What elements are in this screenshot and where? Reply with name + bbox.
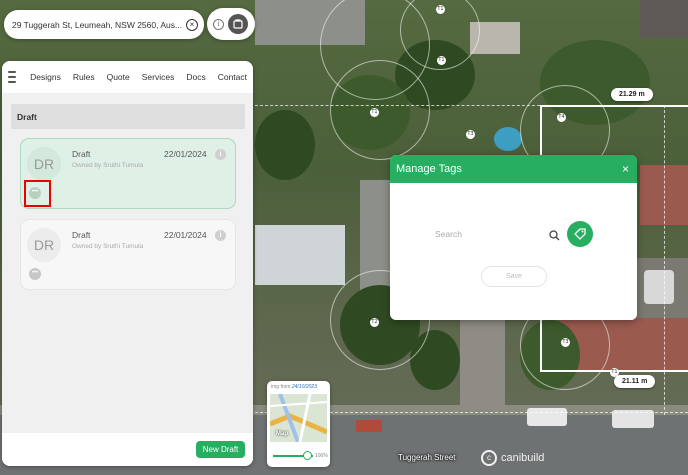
address-text[interactable]: 29 Tuggerah St, Leumeah, NSW 2560, Aus..… (12, 20, 182, 30)
nav-services[interactable]: Services (142, 72, 175, 82)
setback-line (664, 105, 665, 415)
nav-contact[interactable]: Contact (218, 72, 247, 82)
roof (640, 0, 688, 38)
car (644, 270, 674, 304)
setback-line (255, 105, 540, 106)
design-owner: Owned by Sruthi Tumula (72, 243, 144, 250)
tree-label[interactable]: T3 (561, 338, 570, 347)
brand-name: canibuild (501, 452, 545, 464)
info-icon[interactable]: i (213, 18, 224, 30)
close-circle-icon[interactable]: × (186, 18, 198, 31)
highlight-box (24, 180, 51, 207)
street-label: Tuggerah Street (398, 453, 456, 462)
tree-label[interactable]: T1 (370, 108, 379, 117)
search-icon[interactable] (549, 228, 560, 246)
nav-docs[interactable]: Docs (186, 72, 205, 82)
tree-label[interactable]: T2 (370, 318, 379, 327)
save-button[interactable]: Save (481, 266, 547, 287)
add-tag-button[interactable] (567, 221, 593, 247)
tree-radius-ring (330, 60, 430, 160)
design-owner: Owned by Sruthi Tumula (72, 162, 144, 169)
map-layers-icon[interactable] (228, 14, 248, 34)
tag-icon (574, 228, 586, 240)
driveway (460, 320, 505, 410)
slider-handle[interactable] (303, 451, 312, 460)
pool (494, 127, 522, 151)
tree-label[interactable]: T4 (557, 113, 566, 122)
avatar: DR (27, 147, 61, 181)
tree (255, 110, 315, 180)
tag-search-input[interactable] (435, 226, 561, 242)
design-card[interactable]: DR Draft Owned by Sruthi Tumula 22/01/20… (20, 138, 236, 209)
dialog-title: Manage Tags (396, 163, 462, 175)
manage-tags-dialog: Manage Tags × Save (390, 155, 637, 320)
address-search-bar[interactable]: 29 Tuggerah St, Leumeah, NSW 2560, Aus..… (4, 10, 204, 39)
car (356, 420, 382, 432)
designs-list: Draft DR Draft Owned by Sruthi Tumula 22… (2, 93, 253, 433)
solar-roof (255, 225, 345, 285)
property-boundary (540, 105, 688, 107)
info-icon[interactable]: i (215, 230, 226, 241)
design-name: Draft (72, 230, 91, 240)
measurement-label: 21.29 m (611, 88, 653, 101)
tree-label[interactable]: T3 (466, 130, 475, 139)
measurement-label: 21.11 m (614, 375, 656, 388)
car (527, 408, 567, 426)
design-name: Draft (72, 149, 91, 159)
imagery-date: img from 24/10/2023 (271, 384, 317, 390)
basemap-inset[interactable]: img from 24/10/2023 Map 100% (267, 381, 330, 467)
close-icon[interactable]: × (622, 162, 629, 176)
tree-label[interactable]: T1 (436, 5, 445, 14)
tree-label[interactable]: T1 (437, 56, 446, 65)
nav-rules[interactable]: Rules (73, 72, 95, 82)
property-boundary (540, 320, 542, 370)
section-header: Draft (11, 104, 245, 129)
opacity-value: 100% (315, 453, 328, 459)
nav-quote[interactable]: Quote (107, 72, 130, 82)
canibuild-logo-icon: c (481, 450, 497, 466)
panel-nav: Designs Rules Quote Services Docs Contac… (2, 61, 253, 93)
designs-panel: Designs Rules Quote Services Docs Contac… (2, 61, 253, 466)
tags-icon[interactable]: ••• (29, 268, 41, 280)
nav-designs[interactable]: Designs (30, 72, 61, 82)
design-card[interactable]: DR Draft Owned by Sruthi Tumula 22/01/20… (20, 219, 236, 290)
basemap-label: Map (276, 431, 288, 437)
design-date: 22/01/2024 (164, 149, 207, 159)
menu-icon[interactable] (8, 71, 17, 83)
design-date: 22/01/2024 (164, 230, 207, 240)
basemap-thumbnail[interactable]: Map (270, 394, 327, 442)
dialog-header: Manage Tags × (390, 155, 637, 183)
info-icon[interactable]: i (215, 149, 226, 160)
map-tools: i (207, 8, 255, 40)
avatar: DR (27, 228, 61, 262)
brand-watermark: c canibuild (481, 450, 544, 466)
new-draft-button[interactable]: New Draft (196, 441, 245, 458)
